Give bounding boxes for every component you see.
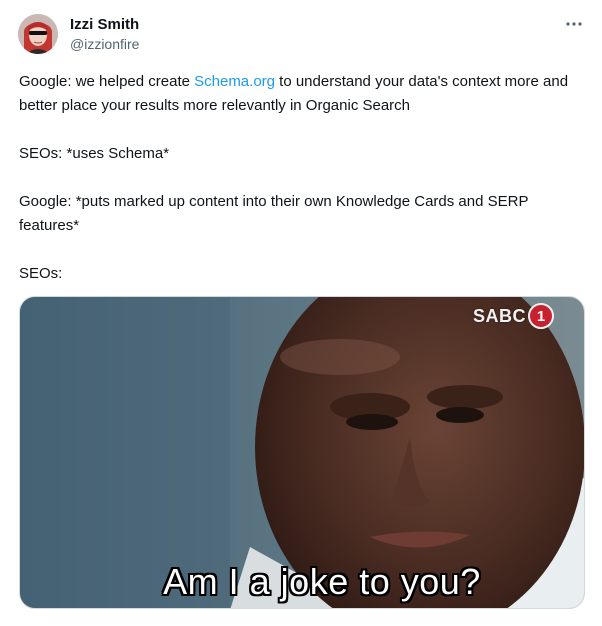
watermark-text: SABC: [472, 305, 526, 326]
tweet-paragraph-1: Google: we helped create Schema.org to u…: [19, 70, 589, 118]
author-name[interactable]: Izzi Smith: [70, 16, 139, 34]
tweet-paragraph-3: Google: *puts marked up content into the…: [19, 193, 529, 234]
watermark-logo: 1: [528, 303, 554, 329]
avatar[interactable]: [18, 14, 58, 54]
avatar-image: [18, 14, 58, 54]
schema-org-link[interactable]: Schema.org: [194, 73, 275, 90]
author-handle[interactable]: @izzionfire: [70, 36, 139, 53]
more-options-button[interactable]: [560, 12, 588, 36]
tweet-text: Google: we helped create Schema.org to u…: [19, 70, 589, 286]
tweet-line1-prefix: Google: we helped create: [19, 73, 195, 90]
tweet-card: Izzi Smith @izzionfire Google: we helped…: [0, 0, 602, 626]
meme-caption: Am I a joke to you?: [163, 561, 481, 602]
tweet-paragraph-4: SEOs:: [19, 265, 63, 282]
meme-image[interactable]: SABC 1 Am I a joke to you?: [19, 296, 585, 609]
channel-watermark: SABC 1: [473, 303, 554, 329]
ellipsis-icon: [566, 22, 582, 26]
tweet-paragraph-2: SEOs: *uses Schema*: [19, 145, 170, 162]
